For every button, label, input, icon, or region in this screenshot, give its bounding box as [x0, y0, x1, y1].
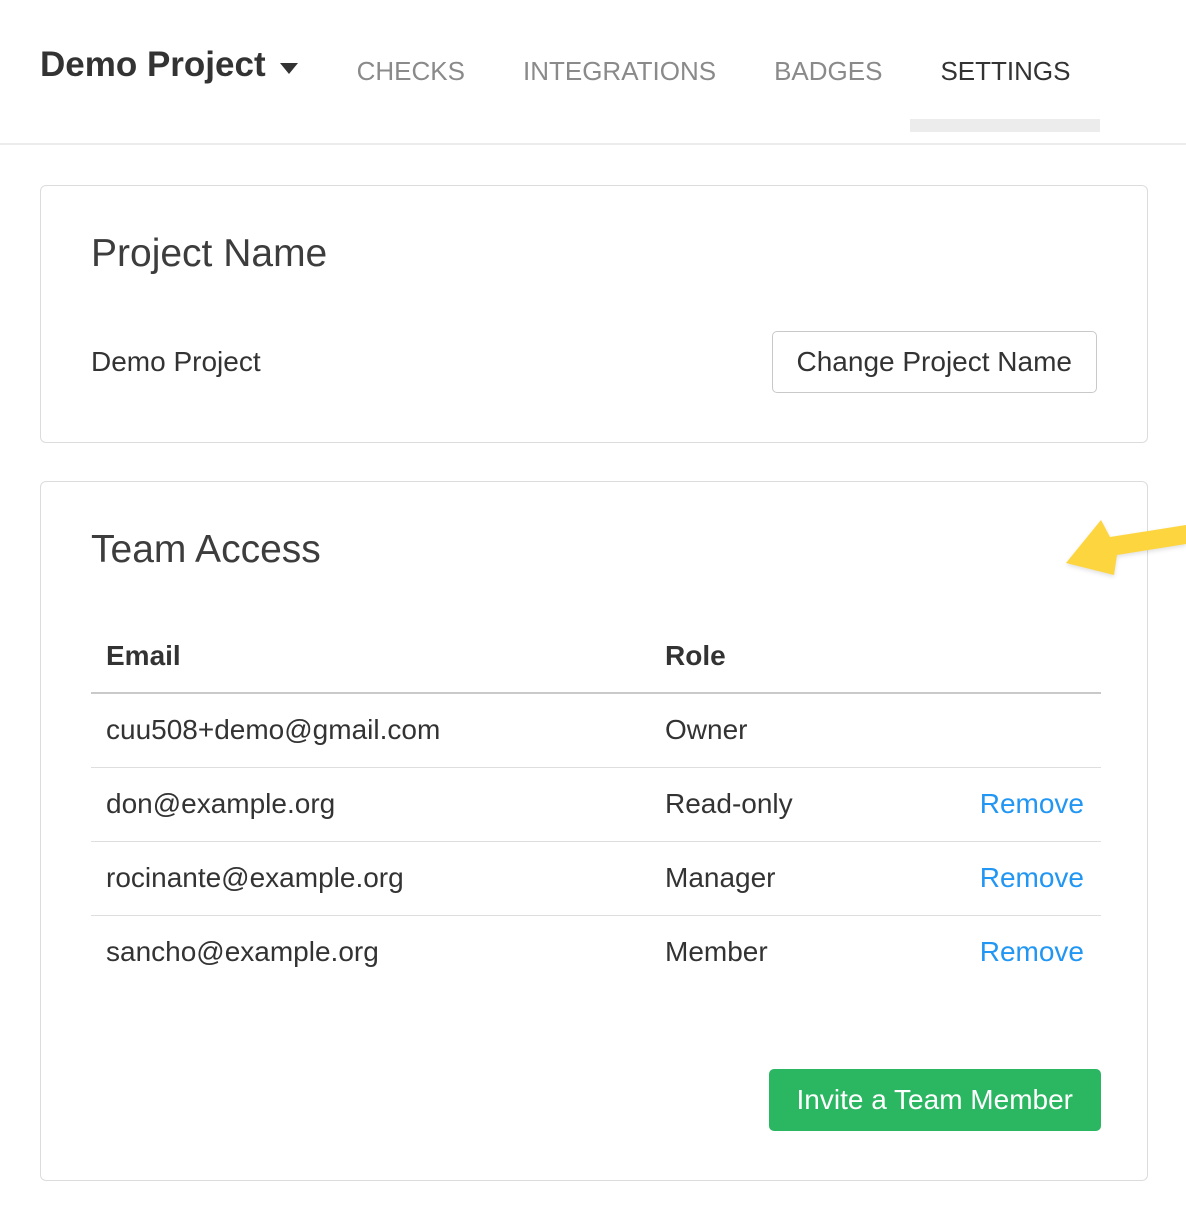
role-column-header: Role	[665, 632, 961, 693]
member-actions: Remove	[961, 841, 1101, 915]
settings-page: Project Name Demo Project Change Project…	[0, 145, 1186, 1181]
team-members-table: Email Role cuu508+demo@gmail.com Owner d…	[91, 632, 1101, 989]
member-email: cuu508+demo@gmail.com	[91, 693, 665, 768]
project-switcher[interactable]: Demo Project	[40, 45, 298, 85]
actions-column-header	[961, 632, 1101, 693]
tab-integrations[interactable]: INTEGRATIONS	[523, 0, 716, 130]
remove-member-link[interactable]: Remove	[980, 862, 1084, 893]
top-navigation-bar: Demo Project CHECKS INTEGRATIONS BADGES …	[0, 0, 1186, 145]
nav-tabs: CHECKS INTEGRATIONS BADGES SETTINGS	[357, 0, 1071, 130]
table-row: don@example.org Read-only Remove	[91, 767, 1101, 841]
table-row: rocinante@example.org Manager Remove	[91, 841, 1101, 915]
member-actions	[961, 693, 1101, 768]
member-role: Owner	[665, 693, 961, 768]
project-name-row: Demo Project Change Project Name	[91, 331, 1099, 393]
current-project-name: Demo Project	[91, 346, 261, 378]
project-name-card: Project Name Demo Project Change Project…	[40, 185, 1148, 443]
member-actions: Remove	[961, 767, 1101, 841]
tab-settings[interactable]: SETTINGS	[940, 0, 1070, 130]
invite-team-member-button[interactable]: Invite a Team Member	[769, 1069, 1102, 1131]
member-email: rocinante@example.org	[91, 841, 665, 915]
member-role: Member	[665, 915, 961, 989]
table-row: cuu508+demo@gmail.com Owner	[91, 693, 1101, 768]
member-role: Read-only	[665, 767, 961, 841]
invite-row: Invite a Team Member	[91, 1069, 1099, 1131]
caret-down-icon	[280, 63, 298, 74]
remove-member-link[interactable]: Remove	[980, 788, 1084, 819]
table-row: sancho@example.org Member Remove	[91, 915, 1101, 989]
member-email: sancho@example.org	[91, 915, 665, 989]
change-project-name-button[interactable]: Change Project Name	[772, 331, 1097, 393]
member-email: don@example.org	[91, 767, 665, 841]
team-access-card: Team Access Email Role cuu508+demo@gmail…	[40, 481, 1148, 1181]
project-switcher-label: Demo Project	[40, 45, 266, 85]
member-role: Manager	[665, 841, 961, 915]
project-name-card-title: Project Name	[91, 231, 1099, 278]
member-actions: Remove	[961, 915, 1101, 989]
table-header-row: Email Role	[91, 632, 1101, 693]
tab-badges[interactable]: BADGES	[774, 0, 882, 130]
team-access-card-title: Team Access	[91, 527, 1099, 574]
email-column-header: Email	[91, 632, 665, 693]
remove-member-link[interactable]: Remove	[980, 936, 1084, 967]
tab-checks[interactable]: CHECKS	[357, 0, 465, 130]
